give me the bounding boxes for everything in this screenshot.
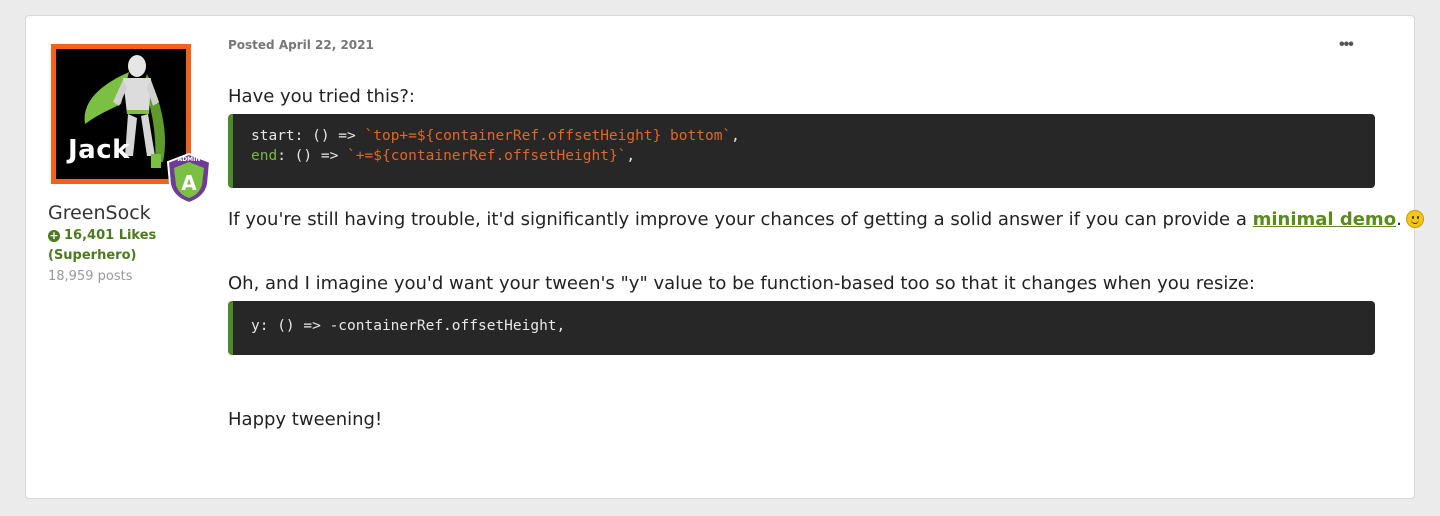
post-signoff: Happy tweening!: [228, 409, 383, 430]
code1-line2-string: `+=${containerRef.offsetHeight}`: [347, 148, 627, 164]
author-username[interactable]: GreenSock: [48, 202, 151, 224]
post-date: Posted April 22, 2021: [228, 38, 374, 52]
smiley-emoji-icon: [1405, 210, 1424, 228]
code1-line1-end: ,: [731, 128, 740, 144]
help-paragraph: If you're still having trouble, it'd sig…: [228, 209, 1424, 230]
admin-shield-icon: ADMIN A: [166, 152, 212, 204]
badge-letter: A: [181, 171, 197, 195]
help-text-after: .: [1396, 209, 1402, 230]
badge-label: ADMIN: [178, 156, 201, 163]
code1-line1-string: `top+=${containerRef.offsetHeight} botto…: [364, 128, 732, 144]
code1-line2-end: ,: [626, 148, 636, 164]
avatar-name-text: Jack: [68, 135, 130, 165]
forum-post: Jack ADMIN A GreenSock + 16,401 Likes (S…: [25, 15, 1424, 499]
author-rank: (Superhero): [48, 248, 137, 263]
likes-text: 16,401 Likes: [64, 228, 157, 243]
post-intro: Have you tried this?:: [228, 86, 415, 107]
more-options-icon[interactable]: •••: [1339, 36, 1354, 54]
plus-circle-icon: +: [48, 228, 60, 242]
code-block-1: start: () => `top+=${containerRef.offset…: [228, 114, 1375, 188]
likes-count: + 16,401 Likes: [48, 228, 156, 243]
code1-line2-key: end: [251, 148, 278, 164]
minimal-demo-link[interactable]: minimal demo: [1253, 209, 1396, 230]
code1-line2-mid: : () =>: [277, 148, 348, 164]
code1-line1-mid: : () =>: [294, 128, 365, 144]
help-text-before: If you're still having trouble, it'd sig…: [228, 209, 1253, 230]
code-block-2: y: () => -containerRef.offsetHeight,: [228, 301, 1375, 355]
tween-note: Oh, and I imagine you'd want your tween'…: [228, 273, 1255, 294]
author-post-count: 18,959 posts: [48, 269, 133, 284]
code1-line1-key: start: [251, 128, 295, 144]
